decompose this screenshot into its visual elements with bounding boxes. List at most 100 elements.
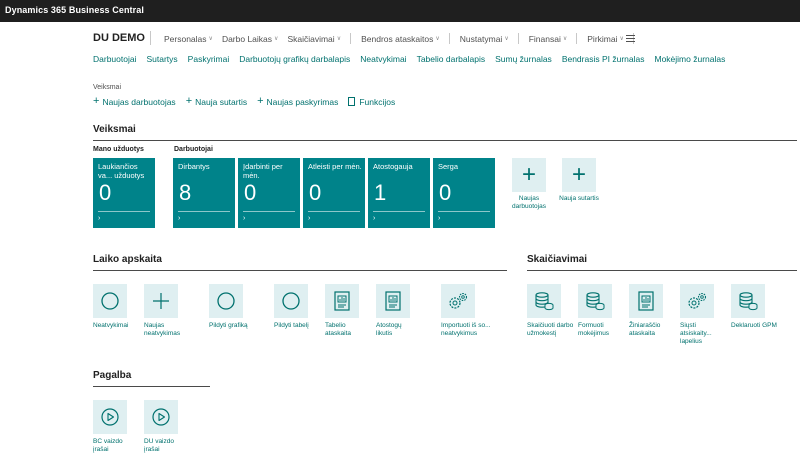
actions-bar: + Naujas darbuotojas + Nauja sutartis + Nau… — [93, 96, 405, 107]
app-topbar: Dynamics 365 Business Central — [0, 0, 800, 22]
nav-link-neatvykimai[interactable]: Neatvykimai — [360, 54, 406, 64]
tile-label[interactable]: Formuoti mokėjimus — [578, 322, 624, 338]
tile-bc-videos[interactable] — [93, 400, 127, 434]
nav-link-sumu-zurnalas[interactable]: Sumų žurnalas — [495, 54, 552, 64]
tile-label[interactable]: Tabelio ataskaita — [325, 322, 367, 338]
circle-icon — [282, 292, 300, 310]
plus-icon — [153, 293, 169, 309]
header-divider — [150, 31, 151, 45]
nav-link-bendrasis-pi-zurnalas[interactable]: Bendrasis PI žurnalas — [562, 54, 645, 64]
add-tile-label[interactable]: Nauja sutartis — [552, 195, 606, 203]
menu-bendros-ataskaitos[interactable]: Bendros ataskaitos ∨ — [361, 33, 449, 44]
action-new-employee[interactable]: + Naujas darbuotojas — [93, 96, 176, 107]
cue-tile-hired-month[interactable]: Įdarbinti per mėn. 0 › — [238, 158, 300, 228]
chevron-right-icon: › — [308, 215, 311, 222]
tile-divider — [373, 211, 425, 212]
document-icon — [348, 97, 356, 106]
tile-du-videos[interactable] — [144, 400, 178, 434]
menu-label: Personalas — [164, 33, 207, 44]
tile-label[interactable]: Pildyti tabelį — [274, 322, 330, 330]
tile-calc-salary[interactable] — [527, 284, 561, 318]
tile-value: 0 — [244, 180, 257, 205]
menu-nustatymai[interactable]: Nustatymai ∨ — [460, 33, 518, 44]
menu-darbo-laikas[interactable]: Darbo Laikas ∨ — [222, 33, 288, 44]
tile-vacation-balance[interactable] — [376, 284, 410, 318]
menu-skaiciavimai[interactable]: Skaičiavimai ∨ — [287, 33, 350, 44]
tile-label: Atleisti per mėn. — [308, 162, 362, 171]
action-new-contract[interactable]: + Nauja sutartis — [186, 96, 247, 107]
tile-label[interactable]: Naujas neatvykimas — [144, 322, 184, 338]
section-divider — [527, 270, 797, 271]
add-employee-tile[interactable]: + — [512, 158, 546, 192]
tile-new-absence[interactable] — [144, 284, 178, 318]
menu-personalas[interactable]: Personalas ∨ — [164, 33, 222, 44]
tile-value: 0 — [99, 180, 112, 205]
add-tile-label[interactable]: Naujas darbuotojas — [502, 195, 556, 211]
tile-label[interactable]: Atostogų likutis — [376, 322, 418, 338]
plus-icon: + — [571, 161, 586, 188]
cue-tile-pending-tasks[interactable]: Laukiančios va... užduotys 0 › — [93, 158, 155, 228]
report-icon — [638, 291, 654, 311]
circle-icon — [217, 292, 235, 310]
tile-import-absences[interactable] — [441, 284, 475, 318]
menu-label: Darbo Laikas — [221, 33, 273, 44]
chevron-right-icon: › — [373, 215, 376, 222]
plus-icon: + — [185, 95, 193, 107]
tile-fill-schedule[interactable] — [209, 284, 243, 318]
nav-link-sutartys[interactable]: Sutartys — [146, 54, 177, 64]
tile-divider — [243, 211, 295, 212]
cue-tile-sick[interactable]: Serga 0 › — [433, 158, 495, 228]
nav-link-tabelio-darbalapis[interactable]: Tabelio darbalapis — [417, 54, 486, 64]
action-label: Naujas darbuotojas — [102, 96, 176, 107]
tile-label[interactable]: Deklaruoti GPM — [731, 322, 791, 330]
chevron-down-icon: ∨ — [336, 36, 342, 42]
tile-label[interactable]: DU vaizdo įrašai — [144, 438, 178, 454]
action-new-assignment[interactable]: + Naujas paskyrimas — [257, 96, 338, 107]
add-contract-tile[interactable]: + — [562, 158, 596, 192]
navigation-links: Darbuotojai Sutartys Paskyrimai Darbuoto… — [93, 54, 735, 64]
menu-finansai[interactable]: Finansai ∨ — [529, 33, 577, 44]
app-title[interactable]: Dynamics 365 Business Central — [5, 5, 144, 15]
section-title-time-accounting: Laiko apskaita — [93, 254, 162, 265]
nav-link-darbuotojai[interactable]: Darbuotojai — [93, 54, 136, 64]
cue-tile-dismissed-month[interactable]: Atleisti per mėn. 0 › — [303, 158, 365, 228]
tile-label[interactable]: Importuoti iš so... neatvykimus — [441, 322, 499, 338]
nav-link-mokejimo-zurnalas[interactable]: Mokėjimo žurnalas — [655, 54, 726, 64]
tile-absences[interactable] — [93, 284, 127, 318]
action-functions[interactable]: Funkcijos — [348, 97, 395, 107]
tile-declare-gpm[interactable] — [731, 284, 765, 318]
chevron-down-icon: ∨ — [435, 36, 440, 42]
nav-link-grafiku-darbalapis[interactable]: Darbuotojų grafikų darbalapis — [239, 54, 350, 64]
tile-value: 8 — [179, 180, 192, 205]
tile-label[interactable]: Neatvykimai — [93, 322, 149, 330]
nav-link-paskyrimai[interactable]: Paskyrimai — [188, 54, 230, 64]
plus-icon: + — [257, 95, 264, 107]
tile-divider — [308, 211, 360, 212]
tile-send-payslips[interactable] — [680, 284, 714, 318]
tile-label[interactable]: Žiniaraščio ataskaita — [629, 322, 673, 338]
section-divider — [93, 270, 507, 271]
tile-payroll-report[interactable] — [629, 284, 663, 318]
tile-label[interactable]: Pildyti grafiką — [209, 322, 265, 330]
tile-label[interactable]: Skaičiuoti darbo užmokestį — [527, 322, 575, 338]
cue-tile-working[interactable]: Dirbantys 8 › — [173, 158, 235, 228]
section-divider — [93, 386, 210, 387]
cue-tile-on-vacation[interactable]: Atostogauja 1 › — [368, 158, 430, 228]
tile-timesheet-report[interactable] — [325, 284, 359, 318]
hamburger-menu-icon[interactable] — [626, 35, 635, 44]
gears-icon — [449, 292, 468, 309]
group-label-employees: Darbuotojai — [174, 146, 213, 153]
menu-label: Finansai — [528, 33, 561, 44]
company-name[interactable]: DU DEMO — [93, 32, 145, 44]
menu-label: Pirkimai — [587, 33, 618, 44]
tile-label[interactable]: BC vaizdo įrašai — [93, 438, 127, 454]
main-menu: Personalas ∨ Darbo Laikas ∨ Skaičiavimai ∨ … — [164, 33, 644, 44]
group-label-my-tasks: Mano užduotys — [93, 146, 144, 153]
tile-label[interactable]: Siųsti atsiskaity... lapelius — [680, 322, 728, 346]
tile-form-payments[interactable] — [578, 284, 612, 318]
menu-label: Nustatymai — [459, 33, 503, 44]
section-title-help: Pagalba — [93, 370, 132, 381]
tile-fill-timesheet[interactable] — [274, 284, 308, 318]
chevron-down-icon: ∨ — [208, 36, 213, 42]
chevron-right-icon: › — [438, 215, 441, 222]
